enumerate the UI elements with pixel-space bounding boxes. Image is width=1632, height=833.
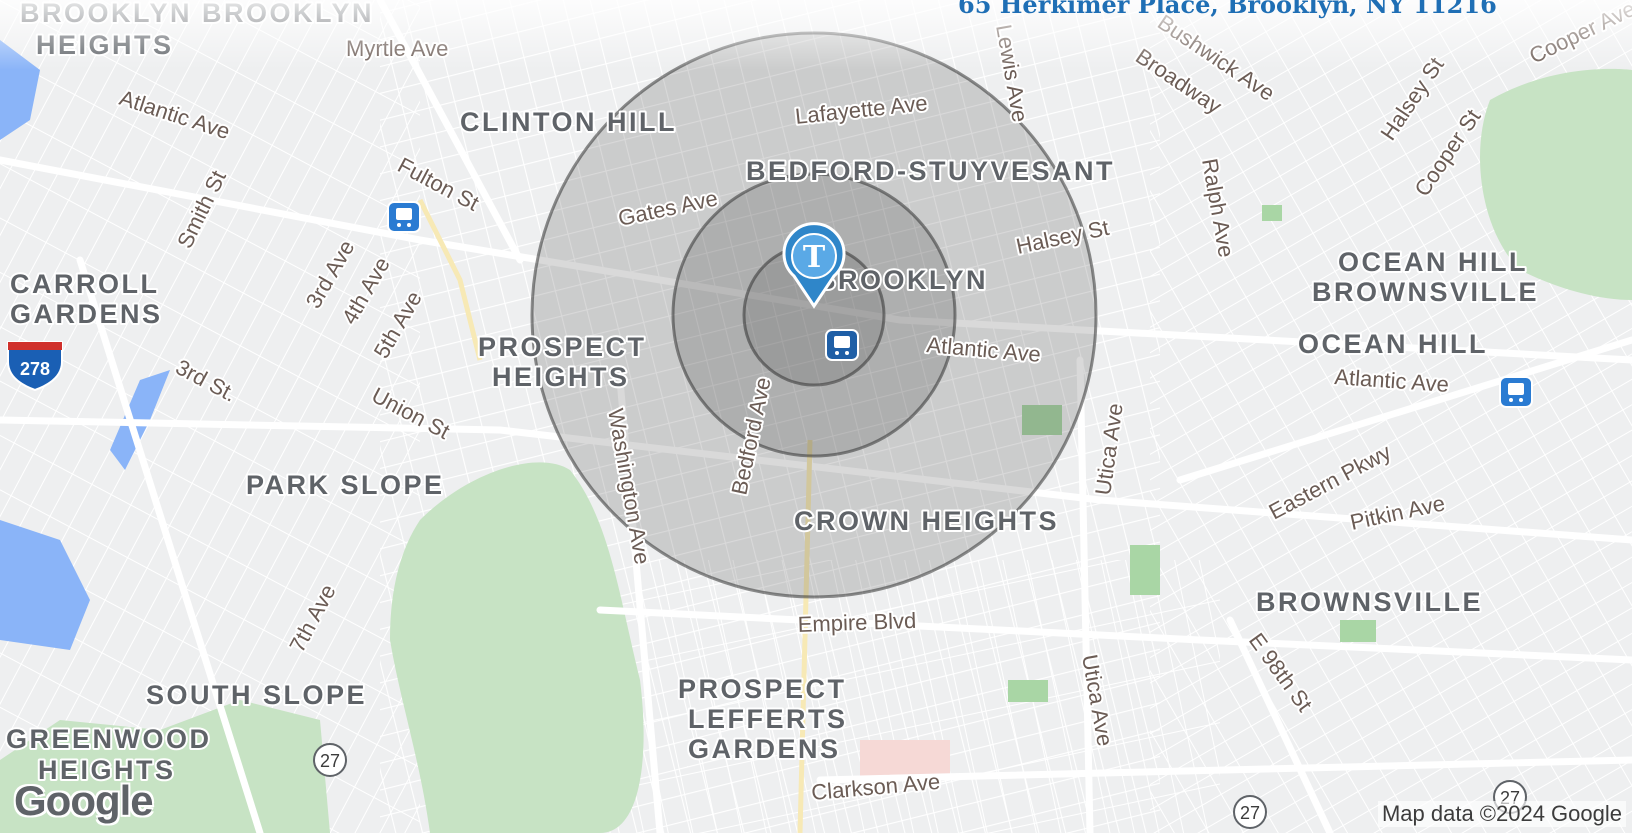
shield-label: 278 — [20, 359, 50, 379]
neighborhood-label: BROWNSVILLE — [1256, 587, 1483, 617]
neighborhood-label: GARDENS — [10, 299, 163, 329]
neighborhood-label: OCEAN HILL — [1338, 247, 1528, 277]
park-small-5 — [1262, 205, 1282, 221]
street-label: Empire Blvd — [797, 608, 916, 637]
route-shield-icon: 27 — [313, 743, 347, 777]
neighborhood-label: CARROLL — [10, 269, 159, 299]
neighborhood-label: BROOKLYN — [816, 265, 988, 295]
neighborhood-label: CLINTON HILL — [460, 107, 677, 137]
map-canvas[interactable]: 278 27 27 27 BROOKLYN BROOKLYN HEIGHTS C… — [0, 0, 1632, 833]
neighborhood-label: GREENWOOD — [6, 724, 212, 754]
neighborhood-label: BEDFORD-STUYVESANT — [746, 156, 1115, 186]
neighborhood-label: OCEAN HILL — [1298, 329, 1488, 359]
route-shield-icon: 27 — [1233, 795, 1267, 829]
transit-station-icon[interactable] — [825, 329, 859, 361]
neighborhood-label: HEIGHTS — [36, 30, 174, 60]
neighborhood-label: PROSPECT — [678, 674, 847, 704]
map-attribution[interactable]: Map data ©2024 Google — [1377, 801, 1626, 827]
shield-label: 27 — [320, 751, 340, 771]
property-address-title: 65 Herkimer Place, Brooklyn, NY 11216 — [958, 0, 1497, 19]
neighborhood-label: LEFFERTS — [688, 704, 848, 734]
neighborhood-label: CROWN HEIGHTS — [794, 506, 1059, 536]
park-small-3 — [1340, 620, 1376, 642]
marker-letter: T — [803, 240, 826, 275]
neighborhood-label: HEIGHTS — [492, 362, 630, 392]
neighborhood-label: PROSPECT — [478, 332, 647, 362]
neighborhood-label: GARDENS — [688, 734, 841, 764]
street-label: Myrtle Ave — [346, 36, 448, 61]
neighborhood-label: BROOKLYN BROOKLYN — [20, 0, 374, 28]
neighborhood-label: SOUTH SLOPE — [146, 680, 367, 710]
park-small-2 — [1008, 680, 1048, 702]
transit-station-icon[interactable] — [387, 201, 421, 233]
park-small-4 — [1130, 545, 1160, 595]
neighborhood-label: BROWNSVILLE — [1312, 277, 1539, 307]
neighborhood-label: PARK SLOPE — [246, 470, 445, 500]
transit-station-icon[interactable] — [1499, 376, 1533, 408]
google-logo[interactable]: Google — [14, 777, 154, 825]
shield-label: 27 — [1240, 803, 1260, 823]
